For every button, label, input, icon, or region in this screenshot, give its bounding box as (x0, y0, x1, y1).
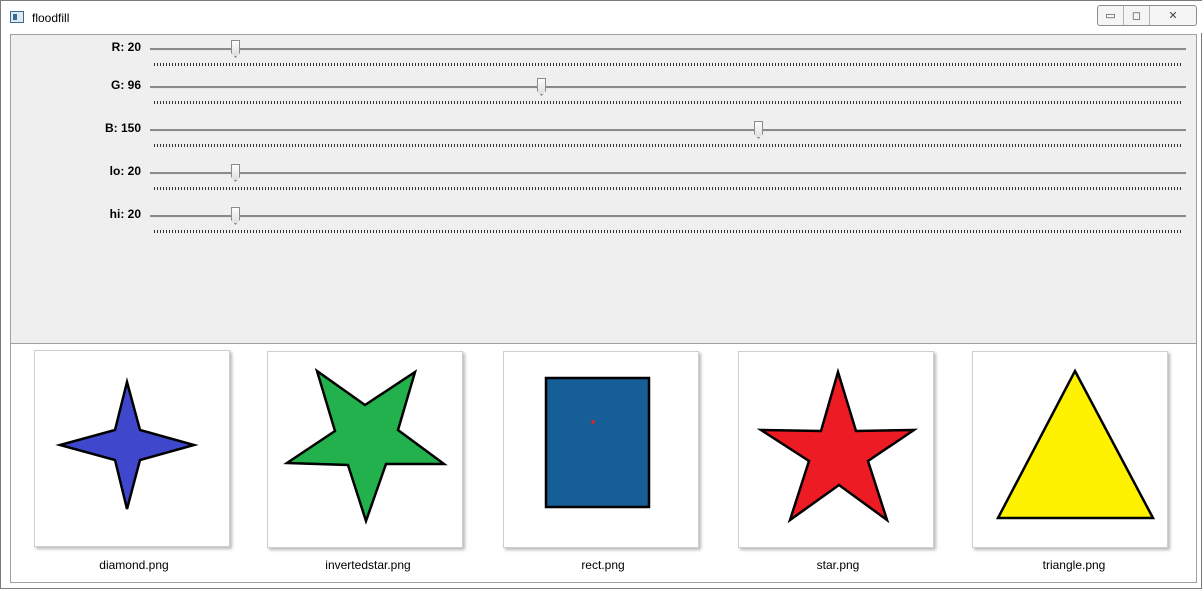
slider-g: G: 96 (11, 78, 1196, 108)
slider-r-track[interactable] (150, 48, 1186, 51)
slider-lo-label: lo: 20 (109, 164, 141, 178)
image-thumbnail-triangle[interactable] (972, 351, 1168, 548)
slider-lo-ticks (154, 187, 1182, 190)
close-button[interactable]: ✕ (1150, 6, 1196, 25)
slider-hi-label: hi: 20 (109, 207, 141, 221)
slider-lo-thumb[interactable] (231, 164, 240, 182)
minimize-button[interactable]: ▭ (1098, 6, 1124, 25)
slider-b-ticks (154, 144, 1182, 147)
image-caption-rect: rect.png (581, 558, 625, 572)
trackbar-panel: R: 20 G: 96 B: 150 lo: 20 hi: 20 (10, 34, 1197, 344)
slider-b-track[interactable] (150, 129, 1186, 132)
slider-b-thumb[interactable] (754, 121, 763, 139)
app-window: floodfill ▭ ◻ ✕ R: 20 G: 96 B: 150 lo: 2… (0, 0, 1203, 589)
triangle-shape (995, 368, 1156, 520)
slider-g-thumb[interactable] (537, 78, 546, 96)
slider-hi-track[interactable] (150, 215, 1186, 218)
slider-lo-track[interactable] (150, 172, 1186, 175)
window-controls: ▭ ◻ ✕ (1097, 5, 1197, 26)
slider-g-ticks (154, 101, 1182, 104)
diamond-star-shape (55, 377, 199, 510)
image-caption-triangle: triangle.png (1042, 558, 1106, 572)
slider-r-thumb[interactable] (231, 40, 240, 58)
image-thumbnail-rect[interactable] (503, 351, 699, 548)
image-gallery: diamond.png invertedstar.png rect.png st… (10, 344, 1197, 583)
image-caption-star: star.png (816, 558, 860, 572)
inverted-star-shape (283, 367, 448, 525)
title-bar[interactable]: floodfill ▭ ◻ ✕ (1, 1, 1203, 33)
slider-r-label: R: 20 (111, 40, 141, 54)
slider-r: R: 20 (11, 40, 1196, 70)
inverted-star-polygon (283, 367, 448, 525)
maximize-button[interactable]: ◻ (1124, 6, 1150, 25)
rectangle-shape (544, 376, 651, 509)
triangle-polygon (995, 368, 1156, 520)
star-polygon (756, 367, 919, 524)
image-caption-diamond: diamond.png (99, 558, 169, 572)
slider-lo: lo: 20 (11, 164, 1196, 194)
image-thumbnail-diamond[interactable] (34, 350, 230, 547)
slider-b: B: 150 (11, 121, 1196, 151)
image-thumbnail-invertedstar[interactable] (267, 351, 463, 548)
slider-hi: hi: 20 (11, 207, 1196, 237)
slider-hi-ticks (154, 230, 1182, 233)
rectangle-fill (544, 376, 651, 509)
slider-g-label: G: 96 (110, 78, 141, 92)
slider-r-ticks (154, 63, 1182, 66)
window-title: floodfill (32, 11, 70, 25)
image-caption-invertedstar: invertedstar.png (325, 558, 411, 572)
star-shape (756, 367, 919, 524)
diamond-star-polygon (55, 377, 199, 510)
slider-g-track[interactable] (150, 86, 1186, 89)
slider-b-label: B: 150 (104, 121, 141, 135)
seed-point-marker (591, 420, 595, 424)
app-window-icon (10, 11, 24, 23)
image-thumbnail-star[interactable] (738, 351, 934, 548)
slider-hi-thumb[interactable] (231, 207, 240, 225)
